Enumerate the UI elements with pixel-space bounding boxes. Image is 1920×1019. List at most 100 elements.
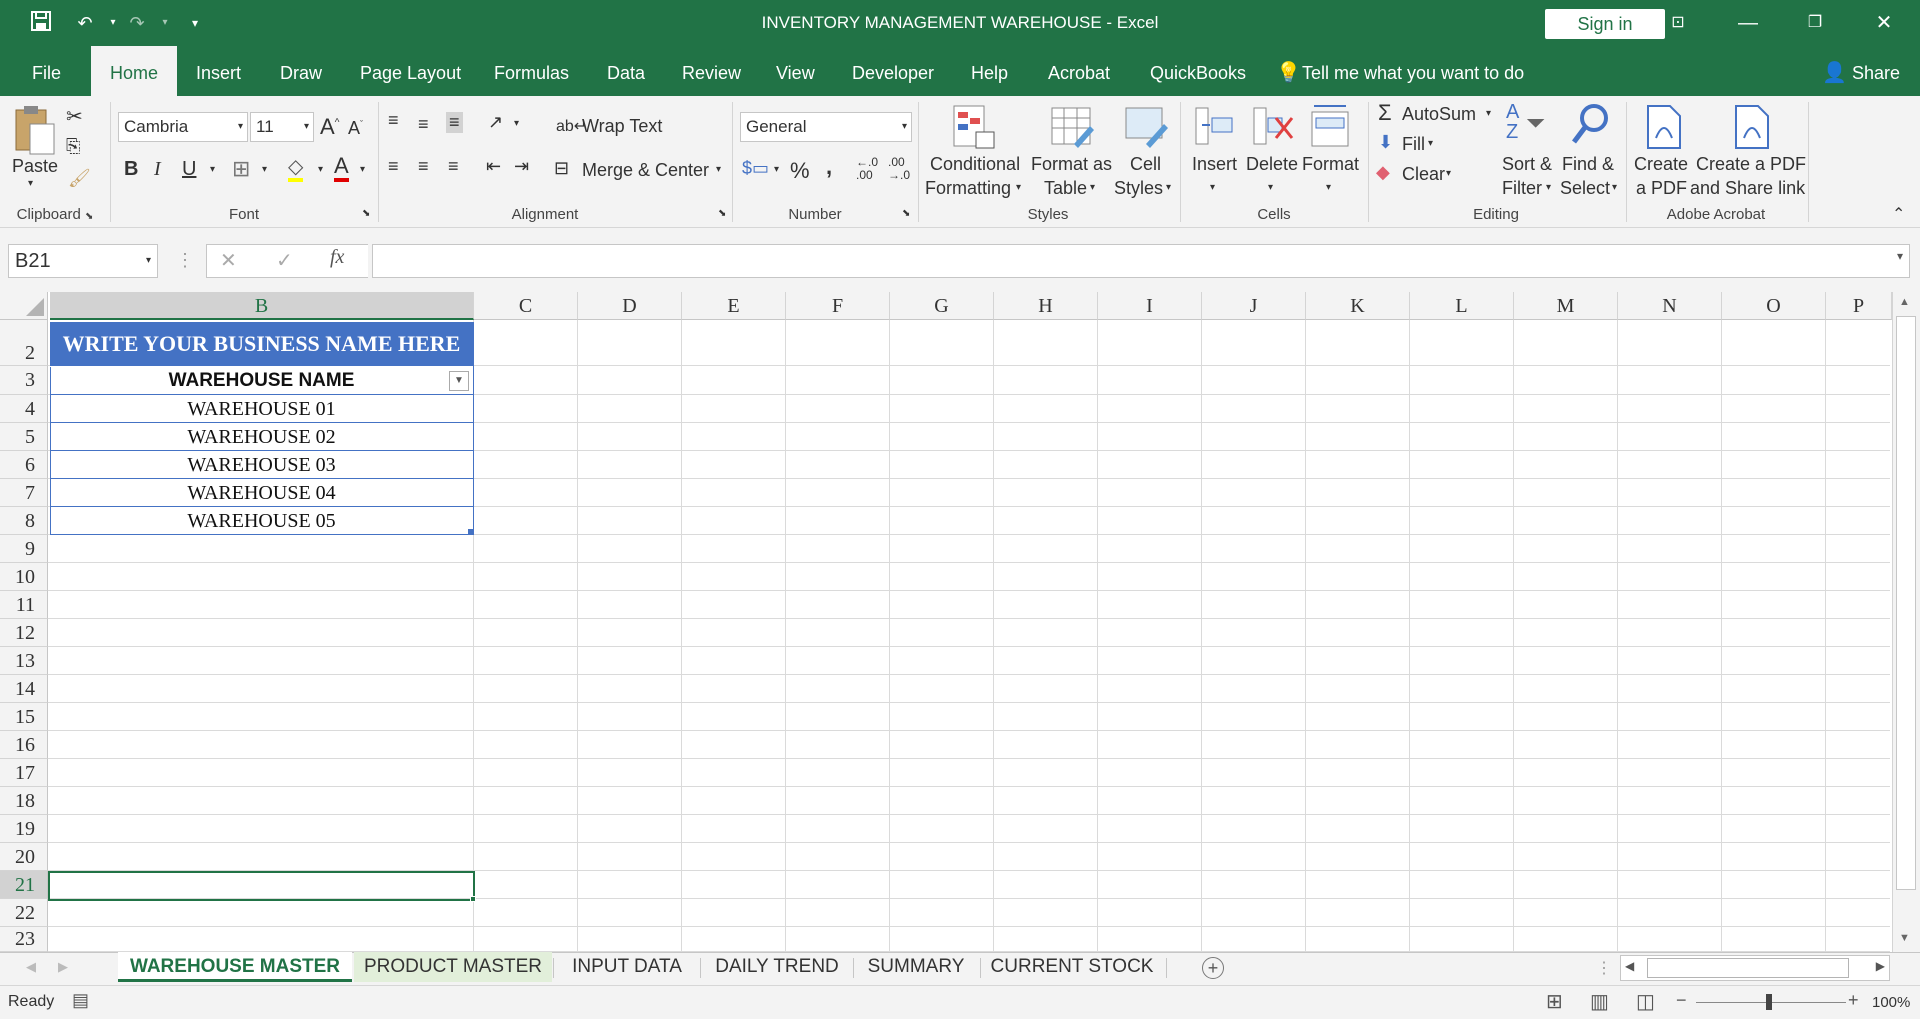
column-header-n[interactable]: N	[1618, 292, 1722, 320]
tab-quickbooks[interactable]: QuickBooks	[1150, 46, 1246, 96]
chevron-down-icon[interactable]: ▾	[360, 164, 365, 175]
share-pdf-icon[interactable]	[1732, 104, 1772, 150]
row-header-3[interactable]: 3	[0, 366, 48, 395]
restore-icon[interactable]: ❐	[1795, 8, 1835, 38]
chevron-down-icon[interactable]: ▾	[318, 164, 323, 175]
format-as-table-label-1[interactable]: Format as	[1031, 154, 1112, 175]
name-box[interactable]: B21 ▾	[8, 244, 158, 278]
fill-color-icon[interactable]: ◇	[288, 156, 304, 182]
column-header-i[interactable]: I	[1098, 292, 1202, 320]
comma-style-button[interactable]: ,	[826, 154, 832, 180]
autosum-icon[interactable]: Σ	[1378, 100, 1392, 126]
tab-developer[interactable]: Developer	[852, 46, 934, 96]
close-icon[interactable]: ✕	[1864, 8, 1904, 38]
column-header-d[interactable]: D	[578, 292, 682, 320]
tab-review[interactable]: Review	[682, 46, 741, 96]
column-header-l[interactable]: L	[1410, 292, 1514, 320]
prev-sheet-icon[interactable]: ◀	[26, 959, 36, 975]
chevron-down-icon[interactable]: ▾	[1326, 182, 1331, 193]
underline-button[interactable]: U	[182, 158, 196, 181]
cell-styles-icon[interactable]	[1124, 104, 1170, 150]
tab-help[interactable]: Help	[971, 46, 1008, 96]
format-painter-icon[interactable]: 🖌	[68, 168, 91, 189]
increase-font-icon[interactable]: A^	[320, 114, 339, 140]
tab-view[interactable]: View	[776, 46, 815, 96]
orientation-icon[interactable]: ↗	[488, 112, 503, 133]
chevron-down-icon[interactable]: ▾	[1612, 182, 1617, 193]
warehouse-row[interactable]: WAREHOUSE 02	[50, 423, 473, 451]
row-header-8[interactable]: 8	[0, 507, 48, 535]
cell-styles-label-2[interactable]: Styles	[1114, 178, 1163, 199]
align-center-icon[interactable]: ≡	[418, 156, 429, 177]
sheet-tab-warehouse-master[interactable]: WAREHOUSE MASTER	[118, 952, 352, 982]
dialog-launcher-icon[interactable]: ⬊	[718, 208, 726, 219]
dialog-launcher-icon[interactable]: ⬊	[362, 208, 370, 219]
format-as-table-icon[interactable]	[1050, 104, 1096, 150]
row-header-13[interactable]: 13	[0, 647, 48, 675]
column-header-f[interactable]: F	[786, 292, 890, 320]
column-header-c[interactable]: C	[474, 292, 578, 320]
chevron-down-icon[interactable]: ▾	[1268, 182, 1273, 193]
row-header-7[interactable]: 7	[0, 479, 48, 507]
scroll-thumb[interactable]	[1896, 316, 1916, 890]
warehouse-row[interactable]: WAREHOUSE 05	[50, 507, 473, 535]
share-pdf-label-2[interactable]: and Share link	[1690, 178, 1805, 199]
sheet-tab-summary[interactable]: SUMMARY	[860, 952, 972, 982]
autosum-button[interactable]: AutoSum	[1402, 104, 1476, 125]
bottom-align-icon[interactable]: ≡	[446, 112, 463, 133]
increase-decimal-icon[interactable]: ←.0.00	[856, 156, 878, 182]
business-name-banner[interactable]: WRITE YOUR BUSINESS NAME HERE	[50, 322, 473, 366]
tab-insert[interactable]: Insert	[196, 46, 241, 96]
sort-filter-label-2[interactable]: Filter	[1502, 178, 1542, 199]
copy-icon[interactable]: ⎘	[66, 136, 80, 157]
font-size-box[interactable]: 11 ▾	[250, 112, 314, 142]
merge-center-icon[interactable]: ⊟	[554, 158, 569, 179]
chevron-down-icon[interactable]: ▾	[1546, 182, 1551, 193]
macro-record-icon[interactable]: ▤	[72, 990, 89, 1011]
chevron-down-icon[interactable]: ▾	[1210, 182, 1215, 193]
conditional-formatting-icon[interactable]	[952, 104, 996, 150]
find-select-label-2[interactable]: Select	[1560, 178, 1610, 199]
column-header-j[interactable]: J	[1202, 292, 1306, 320]
format-cells-icon[interactable]	[1308, 102, 1352, 150]
tab-home[interactable]: Home	[91, 46, 177, 96]
selected-cell-b21[interactable]	[48, 871, 475, 901]
italic-button[interactable]: I	[154, 158, 161, 181]
column-header-m[interactable]: M	[1514, 292, 1618, 320]
cancel-icon[interactable]: ✕	[220, 248, 237, 273]
cell-styles-label-1[interactable]: Cell	[1130, 154, 1161, 175]
insert-cells-icon[interactable]	[1192, 104, 1236, 150]
accounting-format-icon[interactable]: $▭	[742, 158, 769, 179]
paste-dropdown-icon[interactable]: ▾	[28, 178, 33, 189]
row-header-10[interactable]: 10	[0, 563, 48, 591]
conditional-formatting-label-2[interactable]: Formatting	[925, 178, 1011, 199]
row-header-16[interactable]: 16	[0, 731, 48, 759]
create-pdf-label-1[interactable]: Create	[1634, 154, 1688, 175]
eraser-icon[interactable]: ◆	[1376, 162, 1390, 183]
row-header-6[interactable]: 6	[0, 451, 48, 479]
tab-draw[interactable]: Draw	[280, 46, 322, 96]
dialog-launcher-icon[interactable]: ⬊	[902, 208, 910, 219]
number-format-box[interactable]: General ▾	[740, 112, 912, 142]
chevron-down-icon[interactable]: ▾	[1486, 108, 1491, 119]
tab-data[interactable]: Data	[607, 46, 645, 96]
row-header-9[interactable]: 9	[0, 535, 48, 563]
format-cells-label[interactable]: Format	[1302, 154, 1359, 175]
scroll-left-icon[interactable]: ◀	[1625, 959, 1634, 973]
share-pdf-label-1[interactable]: Create a PDF	[1696, 154, 1806, 175]
row-header-21[interactable]: 21	[0, 871, 48, 899]
row-header-18[interactable]: 18	[0, 787, 48, 815]
warehouse-row[interactable]: WAREHOUSE 04	[50, 479, 473, 507]
sort-filter-icon[interactable]: AZ	[1506, 102, 1519, 142]
expand-formula-icon[interactable]: ▾	[1897, 249, 1903, 263]
row-header-14[interactable]: 14	[0, 675, 48, 703]
chevron-down-icon[interactable]: ▾	[1090, 182, 1095, 193]
row-header-4[interactable]: 4	[0, 395, 48, 423]
decrease-indent-icon[interactable]: ⇤	[486, 156, 501, 177]
sign-in-button[interactable]: Sign in	[1545, 9, 1665, 39]
tell-me-search[interactable]: Tell me what you want to do	[1302, 46, 1524, 96]
chevron-down-icon[interactable]: ▾	[1446, 168, 1451, 179]
h-scroll-thumb[interactable]	[1647, 958, 1849, 978]
fill-handle[interactable]	[470, 896, 476, 902]
format-as-table-label-2[interactable]: Table	[1044, 178, 1087, 199]
